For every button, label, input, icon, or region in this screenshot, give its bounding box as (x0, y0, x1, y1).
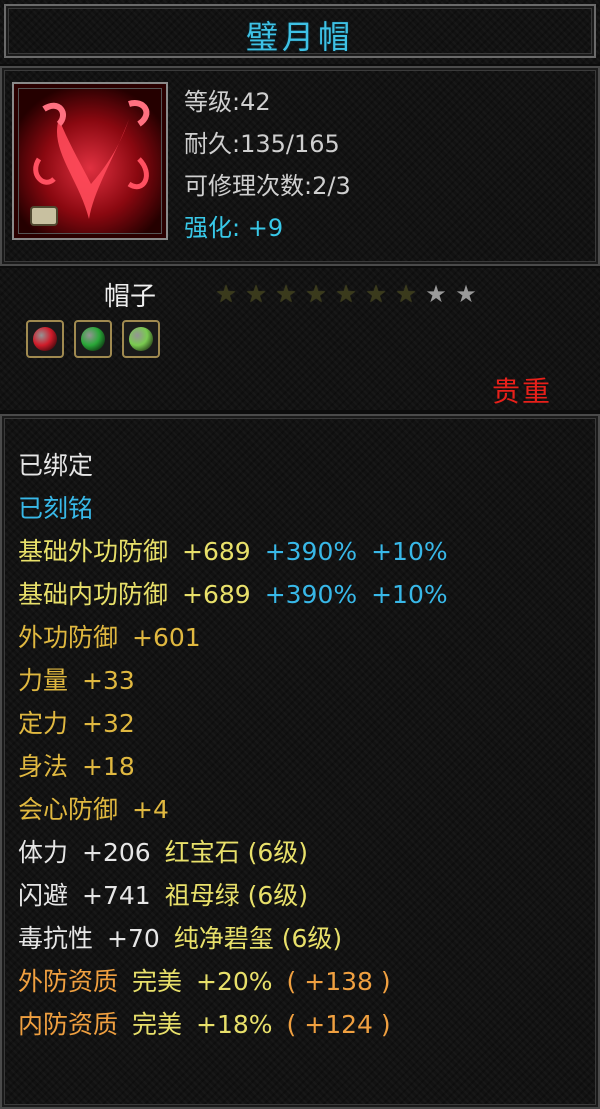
attribute-row: 体力 +206 红宝石 (6级) (18, 831, 462, 874)
attribute-list: 已绑定已刻铭基础外功防御 +689 +390% +10% 基础内功防御 +689 +390%… (18, 444, 462, 1046)
star-filled-icon: ★ (395, 280, 417, 308)
attribute-text: ( +124 ) (286, 1010, 391, 1039)
gem-core (33, 327, 57, 351)
gem-core (81, 327, 105, 351)
attribute-text: 外功防御 (18, 623, 119, 652)
attribute-text: ( +138 ) (286, 967, 391, 996)
attribute-row: 已刻铭 (18, 487, 462, 530)
attribute-text: +206 (82, 838, 151, 867)
enhance-label: 强化: (184, 214, 248, 242)
attribute-text: +390% (264, 580, 358, 609)
attribute-text: 红宝石 (6级) (164, 838, 309, 867)
hat-art (30, 100, 150, 226)
attribute-row: 内防资质 完美 +18% ( +124 ) (18, 1003, 462, 1046)
star-filled-icon: ★ (275, 280, 297, 308)
star-rating: ★ ★ ★ ★ ★ ★ ★ ★ ★ (212, 282, 480, 306)
hat-icon (18, 88, 162, 234)
attribute-text: +4 (132, 795, 169, 824)
attribute-text: 基础外功防御 (18, 537, 169, 566)
green-gem-icon[interactable] (74, 320, 112, 358)
item-type-panel: 帽子 ★ ★ ★ ★ ★ ★ ★ ★ ★ 贵重 (0, 268, 600, 410)
attribute-text: 会心防御 (18, 795, 119, 824)
durability-label: 耐久: (184, 130, 241, 158)
repair-value: 2/3 (312, 172, 351, 200)
attribute-text: 内防资质 (18, 1010, 119, 1039)
attribute-text: 已绑定 (18, 451, 94, 480)
star-filled-icon: ★ (305, 280, 327, 308)
star-filled-icon: ★ (215, 280, 237, 308)
attribute-row: 基础外功防御 +689 +390% +10% (18, 530, 462, 573)
attribute-text: +70 (107, 924, 160, 953)
level-value: 42 (240, 88, 271, 116)
attribute-text: +689 (182, 580, 251, 609)
attributes-panel: 已绑定已刻铭基础外功防御 +689 +390% +10% 基础内功防御 +689 +390%… (0, 414, 600, 1109)
attribute-text: +10% (371, 580, 448, 609)
star-filled-icon: ★ (365, 280, 387, 308)
star-empty-icon: ★ (425, 280, 447, 308)
enhance-value: +9 (247, 214, 284, 242)
item-name: 璧月帽 (245, 18, 354, 56)
item-type: 帽子 (104, 282, 157, 312)
attribute-text: 纯净碧玺 (6级) (173, 924, 343, 953)
attribute-text: +18 (82, 752, 135, 781)
durability-line: 耐久:135/165 (184, 124, 340, 159)
attribute-row: 毒抗性 +70 纯净碧玺 (6级) (18, 917, 462, 960)
attribute-text: +33 (82, 666, 135, 695)
star-filled-icon: ★ (335, 280, 357, 308)
attribute-text: 体力 (18, 838, 69, 867)
attribute-text: 定力 (18, 709, 69, 738)
item-icon-frame[interactable] (12, 82, 168, 240)
attribute-text: 身法 (18, 752, 69, 781)
attribute-text: 外防资质 (18, 967, 119, 996)
red-gem-icon[interactable] (26, 320, 64, 358)
gem-slots (26, 320, 160, 358)
attribute-row: 闪避 +741 祖母绿 (6级) (18, 874, 462, 917)
attribute-text: +741 (82, 881, 151, 910)
attribute-text: +18% (196, 1010, 273, 1039)
attribute-text: +689 (182, 537, 251, 566)
attribute-text: 祖母绿 (6级) (164, 881, 309, 910)
durability-value: 135/165 (240, 130, 340, 158)
attribute-text: +20% (196, 967, 273, 996)
attribute-row: 基础内功防御 +689 +390% +10% (18, 573, 462, 616)
attribute-text: 毒抗性 (18, 924, 94, 953)
attribute-text: +32 (82, 709, 135, 738)
star-empty-icon: ★ (455, 280, 477, 308)
attribute-row: 外防资质 完美 +20% ( +138 ) (18, 960, 462, 1003)
level-line: 等级:42 (184, 82, 271, 117)
gem-core (129, 327, 153, 351)
enhance-line: 强化: +9 (184, 208, 283, 243)
attribute-text: +390% (264, 537, 358, 566)
star-filled-icon: ★ (245, 280, 267, 308)
attribute-text: 已刻铭 (18, 494, 94, 523)
item-info-panel: 等级:42 耐久:135/165 可修理次数:2/3 强化: +9 (0, 66, 600, 266)
rarity-label: 贵重 (491, 375, 552, 408)
jade-gem-icon[interactable] (122, 320, 160, 358)
attribute-text: +10% (371, 537, 448, 566)
attribute-row: 外功防御 +601 (18, 616, 462, 659)
level-label: 等级: (184, 88, 241, 116)
attribute-text: 闪避 (18, 881, 69, 910)
title-bar: 璧月帽 (0, 0, 600, 64)
attribute-row: 身法 +18 (18, 745, 462, 788)
attribute-text: 基础内功防御 (18, 580, 169, 609)
attribute-row: 会心防御 +4 (18, 788, 462, 831)
attribute-text: 力量 (18, 666, 69, 695)
attribute-row: 力量 +33 (18, 659, 462, 702)
attribute-row: 已绑定 (18, 444, 462, 487)
repair-label: 可修理次数: (184, 172, 313, 200)
attribute-text: +601 (132, 623, 201, 652)
attribute-text: 完美 (132, 967, 183, 996)
attribute-text: 完美 (132, 1010, 183, 1039)
attribute-row: 定力 +32 (18, 702, 462, 745)
repair-count-line: 可修理次数:2/3 (184, 166, 351, 201)
